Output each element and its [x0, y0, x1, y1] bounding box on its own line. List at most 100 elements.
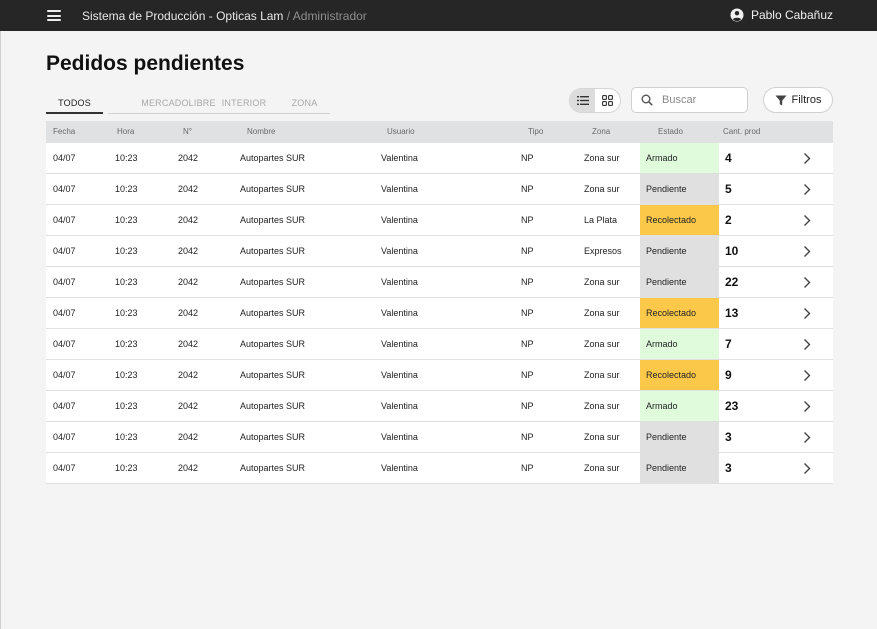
table-row[interactable]: 04/07 10:23 2042 Autopartes SUR Valentin… — [46, 391, 833, 422]
cell-hora: 10:23 — [115, 184, 138, 194]
cell-zona: Zona sur — [584, 308, 620, 318]
search-icon — [641, 94, 653, 106]
cell-numero: 2042 — [178, 184, 199, 194]
cell-nombre: Autopartes SUR — [240, 401, 306, 411]
cell-zona: Zona sur — [584, 432, 620, 442]
header-nombre[interactable]: Nombre — [247, 127, 275, 136]
chevron-right-icon[interactable] — [803, 276, 811, 289]
cell-numero: 2042 — [178, 215, 199, 225]
filters-label: Filtros — [791, 94, 822, 106]
cell-usuario: Valentina — [381, 184, 418, 194]
cell-hora: 10:23 — [115, 339, 138, 349]
cell-zona: La Plata — [584, 215, 618, 225]
cell-tipo: NP — [521, 246, 534, 256]
table-row[interactable]: 04/07 10:23 2042 Autopartes SUR Valentin… — [46, 360, 833, 391]
tab-zona[interactable]: ZONA — [279, 96, 330, 114]
cell-numero: 2042 — [178, 370, 199, 380]
tab-interior[interactable]: INTERIOR — [208, 96, 280, 114]
cell-nombre: Autopartes SUR — [240, 308, 306, 318]
table-row[interactable]: 04/07 10:23 2042 Autopartes SUR Valentin… — [46, 174, 833, 205]
cell-numero: 2042 — [178, 308, 199, 318]
filter-icon — [775, 95, 787, 105]
cell-zona: Zona sur — [584, 277, 620, 287]
cell-fecha: 04/07 — [53, 246, 76, 256]
cell-hora: 10:23 — [115, 246, 138, 256]
hamburger-menu-icon[interactable] — [47, 10, 61, 21]
cell-usuario: Valentina — [381, 463, 418, 473]
role-label: / Administrador — [283, 9, 367, 23]
cell-cant-prod: 23 — [725, 399, 739, 413]
cell-usuario: Valentina — [381, 339, 418, 349]
header-estado[interactable]: Estado — [658, 127, 683, 136]
cell-nombre: Autopartes SUR — [240, 463, 306, 473]
table-row[interactable]: 04/07 10:23 2042 Autopartes SUR Valentin… — [46, 267, 833, 298]
orders-table: Fecha Hora N° Nombre Usuario Tipo Zona E… — [46, 121, 833, 484]
grid-view-button[interactable] — [595, 89, 620, 112]
user-name: Pablo Cabañuz — [750, 8, 833, 22]
chevron-right-icon[interactable] — [803, 214, 811, 227]
chevron-right-icon[interactable] — [803, 183, 811, 196]
cell-nombre: Autopartes SUR — [240, 153, 306, 163]
header-cant-prod[interactable]: Cant. prod — [723, 127, 760, 136]
cell-numero: 2042 — [178, 463, 199, 473]
chevron-right-icon[interactable] — [803, 307, 811, 320]
cell-nombre: Autopartes SUR — [240, 246, 306, 256]
table-row[interactable]: 04/07 10:23 2042 Autopartes SUR Valentin… — [46, 205, 833, 236]
cell-nombre: Autopartes SUR — [240, 432, 306, 442]
table-row[interactable]: 04/07 10:23 2042 Autopartes SUR Valentin… — [46, 298, 833, 329]
header-usuario[interactable]: Usuario — [387, 127, 415, 136]
cell-cant-prod: 9 — [725, 368, 732, 382]
cell-fecha: 04/07 — [53, 370, 76, 380]
cell-cant-prod: 10 — [725, 244, 739, 258]
chevron-right-icon[interactable] — [803, 400, 811, 413]
cell-fecha: 04/07 — [53, 153, 76, 163]
status-badge: Armado — [640, 329, 719, 359]
cell-zona: Zona sur — [584, 370, 620, 380]
list-view-icon — [576, 96, 589, 105]
cell-usuario: Valentina — [381, 401, 418, 411]
cell-cant-prod: 13 — [725, 306, 739, 320]
cell-tipo: NP — [521, 184, 534, 194]
table-row[interactable]: 04/07 10:23 2042 Autopartes SUR Valentin… — [46, 453, 833, 484]
filters-button[interactable]: Filtros — [763, 87, 833, 113]
cell-usuario: Valentina — [381, 153, 418, 163]
chevron-right-icon[interactable] — [803, 245, 811, 258]
cell-fecha: 04/07 — [53, 463, 76, 473]
cell-hora: 10:23 — [115, 401, 138, 411]
header-hora[interactable]: Hora — [117, 127, 134, 136]
user-menu[interactable]: Pablo Cabañuz — [730, 8, 833, 22]
search-box — [631, 87, 748, 113]
list-view-button[interactable] — [570, 89, 595, 112]
chevron-right-icon[interactable] — [803, 431, 811, 444]
account-circle-icon — [730, 8, 744, 22]
chevron-right-icon[interactable] — [803, 462, 811, 475]
status-badge: Recolectado — [640, 360, 719, 390]
header-zona[interactable]: Zona — [592, 127, 610, 136]
chevron-right-icon[interactable] — [803, 152, 811, 165]
cell-numero: 2042 — [178, 339, 199, 349]
header-tipo[interactable]: Tipo — [528, 127, 543, 136]
table-row[interactable]: 04/07 10:23 2042 Autopartes SUR Valentin… — [46, 422, 833, 453]
status-badge: Pendiente — [640, 174, 719, 204]
table-row[interactable]: 04/07 10:23 2042 Autopartes SUR Valentin… — [46, 236, 833, 267]
status-badge: Pendiente — [640, 453, 719, 483]
header-numero[interactable]: N° — [183, 127, 192, 136]
chevron-right-icon[interactable] — [803, 338, 811, 351]
tab-todos[interactable]: TODOS — [46, 96, 103, 114]
cell-fecha: 04/07 — [53, 308, 76, 318]
table-row[interactable]: 04/07 10:23 2042 Autopartes SUR Valentin… — [46, 329, 833, 360]
cell-hora: 10:23 — [115, 370, 138, 380]
cell-nombre: Autopartes SUR — [240, 277, 306, 287]
cell-usuario: Valentina — [381, 432, 418, 442]
cell-fecha: 04/07 — [53, 215, 76, 225]
cell-tipo: NP — [521, 463, 534, 473]
chevron-right-icon[interactable] — [803, 369, 811, 382]
status-badge: Recolectado — [640, 298, 719, 328]
cell-cant-prod: 22 — [725, 275, 739, 289]
table-row[interactable]: 04/07 10:23 2042 Autopartes SUR Valentin… — [46, 143, 833, 174]
search-input[interactable] — [662, 94, 742, 106]
cell-usuario: Valentina — [381, 246, 418, 256]
cell-usuario: Valentina — [381, 370, 418, 380]
cell-fecha: 04/07 — [53, 432, 76, 442]
header-fecha[interactable]: Fecha — [53, 127, 75, 136]
